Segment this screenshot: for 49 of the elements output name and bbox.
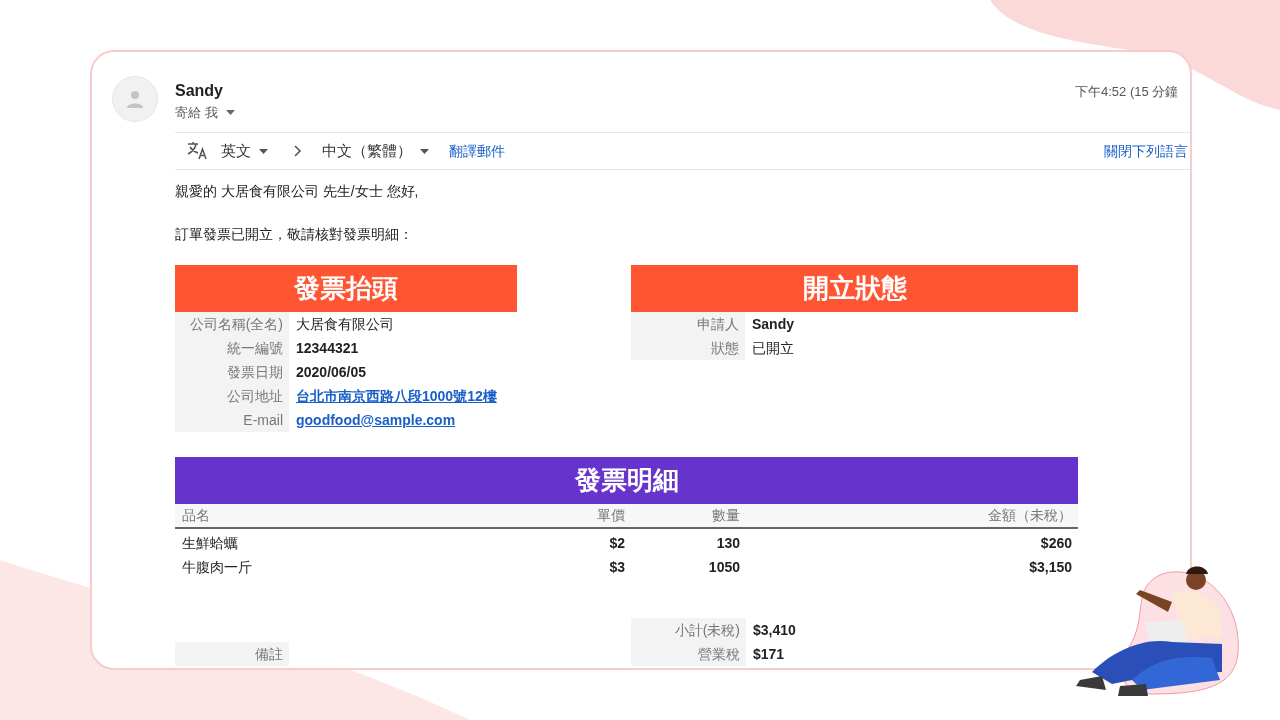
turn-off-link[interactable]: 關閉下列語言 — [1104, 140, 1188, 162]
column-header: 金額（未稅） — [987, 506, 1073, 525]
field-label: 發票日期 — [175, 360, 289, 384]
timestamp: 下午4:52 (15 分鐘 — [1075, 83, 1179, 101]
field-value: Sandy — [751, 315, 794, 334]
field-value: 已開立 — [751, 339, 794, 358]
field-value: 大居食有限公司 — [295, 315, 394, 334]
column-header: 數量 — [711, 506, 740, 525]
field-value: 12344321 — [295, 339, 359, 358]
translate-link[interactable]: 翻譯郵件 — [449, 140, 505, 162]
section-header: 發票抬頭 — [175, 265, 517, 312]
intro-text: 訂單發票已開立，敬請核對發票明細： — [175, 225, 413, 244]
field-label: 備註 — [175, 642, 289, 666]
person-icon — [125, 89, 145, 109]
field-label: E-mail — [175, 408, 289, 432]
section-header: 發票明細 — [175, 457, 1078, 504]
field-label: 營業稅 — [631, 642, 746, 666]
section-header: 開立狀態 — [631, 265, 1078, 312]
column-header: 品名 — [181, 506, 211, 525]
caret-icon — [420, 148, 429, 154]
table-cell-text: $3,150 — [1028, 557, 1073, 577]
field-label: 統一編號 — [175, 336, 289, 360]
language-dropdown[interactable]: 中文（繁體） — [322, 139, 429, 163]
value-link[interactable]: goodfood@sample.com — [289, 408, 456, 432]
recipient-text: 寄給 我 — [175, 104, 218, 122]
field-label: 申請人 — [631, 312, 745, 336]
value-link[interactable]: 台北市南京西路八段1000號12樓 — [289, 384, 497, 408]
field-label: 狀態 — [631, 336, 745, 360]
table-cell-text: $2 — [608, 533, 625, 553]
table-cell-text: 生鮮蛤蠣 — [181, 533, 239, 553]
table-cell-text: 130 — [715, 533, 740, 553]
column-header: 單價 — [596, 506, 625, 525]
greeting-text: 親愛的 大居食有限公司 先生/女士 您好, — [175, 182, 419, 201]
translate-icon — [187, 141, 209, 161]
field-label: 公司名稱(全名) — [175, 312, 289, 336]
sender-name: Sandy — [175, 81, 223, 101]
field-value: $171 — [752, 644, 785, 664]
field-label: 公司地址 — [175, 384, 289, 408]
caret-icon[interactable] — [225, 110, 235, 116]
caret-icon — [259, 148, 268, 154]
table-cell-text: $260 — [1039, 533, 1073, 553]
table-cell-text: 1050 — [707, 557, 740, 577]
chevron-right-icon — [294, 145, 302, 157]
field-value: 2020/06/05 — [295, 363, 367, 382]
language-dropdown[interactable]: 英文 — [221, 139, 268, 163]
table-cell-text: 牛腹肉一斤 — [181, 557, 253, 577]
field-label: 小計(未稅) — [631, 618, 746, 642]
field-value: $3,410 — [752, 620, 796, 640]
table-cell-text: $3 — [608, 557, 625, 577]
